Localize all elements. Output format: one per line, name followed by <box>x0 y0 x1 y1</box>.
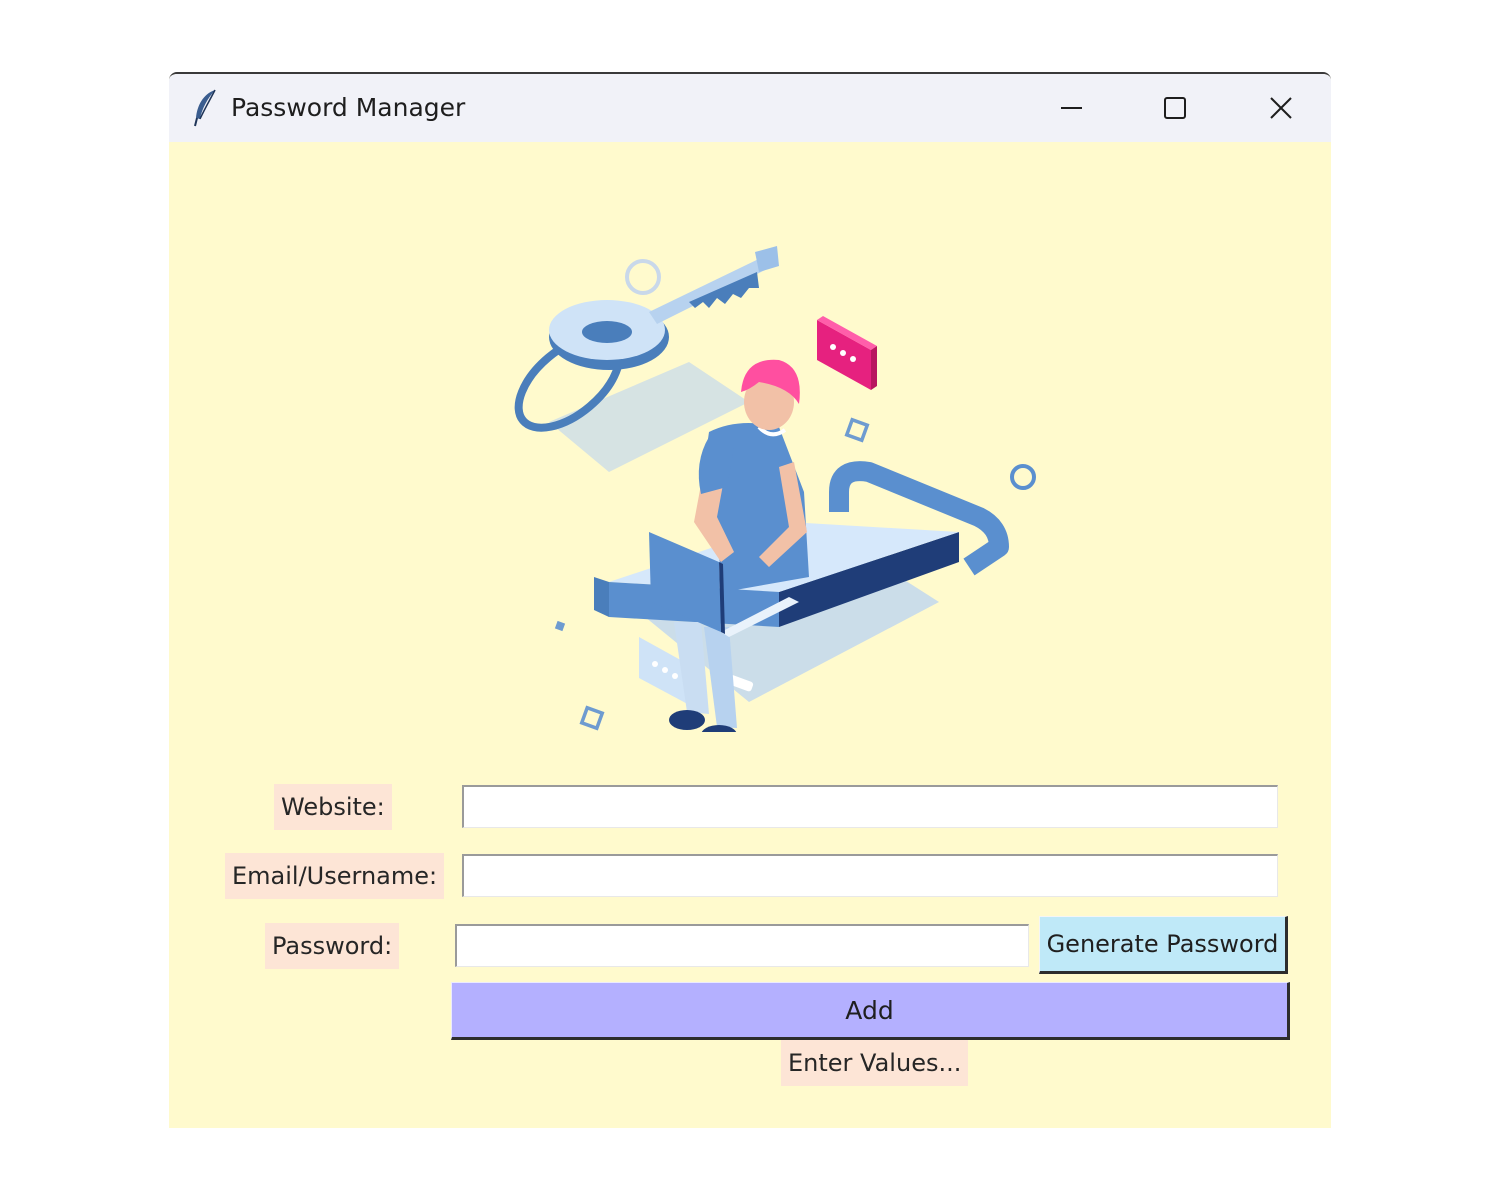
email-username-input[interactable] <box>462 854 1278 897</box>
generate-password-button[interactable]: Generate Password <box>1039 916 1288 974</box>
feather-icon <box>191 88 221 128</box>
website-label: Website: <box>274 784 392 830</box>
password-label: Password: <box>265 923 400 969</box>
status-message: Enter Values... <box>781 1040 969 1086</box>
minimize-icon[interactable] <box>1049 86 1093 130</box>
maximize-icon[interactable] <box>1153 86 1197 130</box>
password-manager-window: Password Manager Website: Email/Username… <box>169 72 1331 1128</box>
password-input[interactable] <box>455 924 1029 967</box>
add-button[interactable]: Add <box>451 982 1290 1040</box>
email-username-label: Email/Username: <box>225 853 445 899</box>
close-icon[interactable] <box>1259 86 1303 130</box>
security-illustration <box>459 232 1039 745</box>
window-title: Password Manager <box>231 93 466 122</box>
website-input[interactable] <box>462 785 1278 828</box>
title-bar[interactable]: Password Manager <box>169 74 1331 142</box>
